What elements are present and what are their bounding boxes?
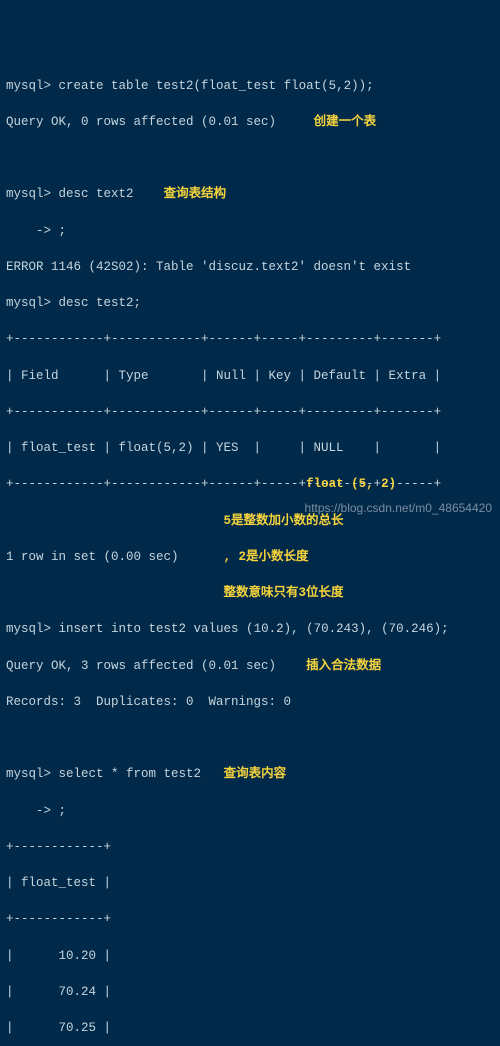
ann-float-4: 整数意味只有3位长度 <box>224 586 344 600</box>
ann-float-3: , 2是小数长度 <box>224 550 309 564</box>
out-ok0: Query OK, 0 rows affected (0.01 sec) 创建一… <box>6 113 494 131</box>
sel-sep1: +------------+ <box>6 838 494 856</box>
one-row: 1 row in set (0.00 sec) , 2是小数长度 <box>6 548 494 566</box>
err-1146: ERROR 1146 (42S02): Table 'discuz.text2'… <box>6 258 494 276</box>
sel-sep2: +------------+ <box>6 910 494 928</box>
out-records3: Records: 3 Duplicates: 0 Warnings: 0 <box>6 693 494 711</box>
ann-select: 查询表内容 <box>224 767 287 781</box>
ann-float-1: float (5, 2) <box>231 477 396 491</box>
cmd-insert-ok: mysql> insert into test2 values (10.2), … <box>6 620 494 638</box>
ann-insert-ok: 插入合法数据 <box>306 659 381 673</box>
watermark: https://blog.csdn.net/m0_48654420 <box>305 500 492 517</box>
cont-semi: -> ; <box>6 222 494 240</box>
desc-sep2: +------------+------------+------+-----+… <box>6 403 494 421</box>
cmd-create: mysql> create table test2(float_test flo… <box>6 77 494 95</box>
ann-create: 创建一个表 <box>314 115 377 129</box>
desc-row: | float_test | float(5,2) | YES | | NULL… <box>6 439 494 457</box>
desc-sep3-and-note: +------------+------------+------+-----+… <box>6 475 494 493</box>
ann-desc-struct: 查询表结构 <box>164 187 227 201</box>
sel-r3: | 70.25 | <box>6 1019 494 1037</box>
desc-sep1: +------------+------------+------+-----+… <box>6 330 494 348</box>
cmd-desc-text2: mysql> desc text2 查询表结构 <box>6 185 494 203</box>
note4: 整数意味只有3位长度 <box>6 584 494 602</box>
sel-r2: | 70.24 | <box>6 983 494 1001</box>
cmd-select: mysql> select * from test2 查询表内容 <box>6 765 494 783</box>
cmd-desc-test2: mysql> desc test2; <box>6 294 494 312</box>
blank <box>6 149 494 167</box>
out-ok3: Query OK, 3 rows affected (0.01 sec) 插入合… <box>6 657 494 675</box>
sel-r1: | 10.20 | <box>6 947 494 965</box>
sel-hdr: | float_test | <box>6 874 494 892</box>
desc-hdr: | Field | Type | Null | Key | Default | … <box>6 367 494 385</box>
blank2 <box>6 729 494 747</box>
cont-semi2: -> ; <box>6 802 494 820</box>
